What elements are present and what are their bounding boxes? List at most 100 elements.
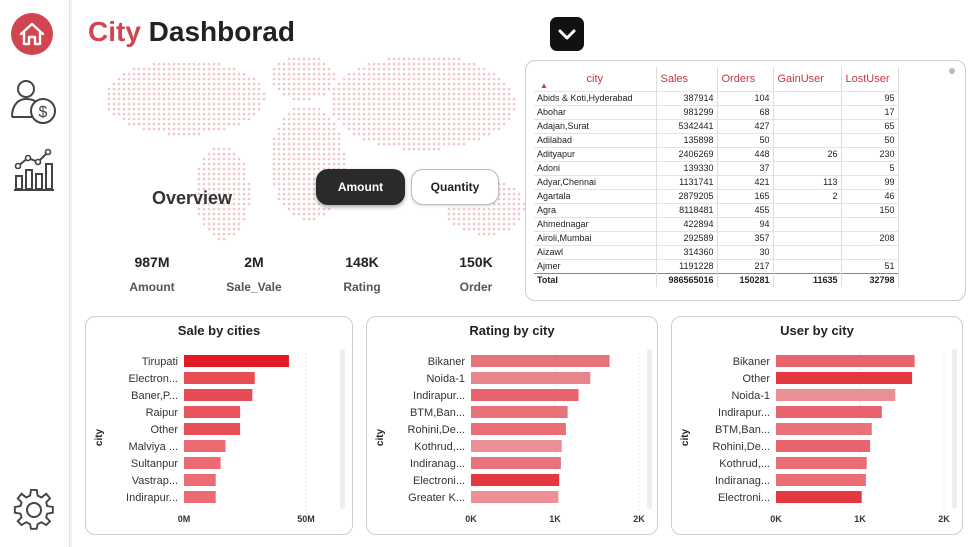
table-row[interactable]: Agra 8118481 455 150: [534, 202, 899, 217]
x-tick-label: 0K: [770, 514, 782, 524]
y-axis-label: city: [94, 428, 105, 446]
cell-value: 99: [841, 174, 899, 189]
cell-value: 94: [717, 216, 774, 231]
cell-city: Agra: [534, 202, 657, 217]
table-row[interactable]: Agartala 2879205 165 2 46: [534, 188, 899, 203]
cell-city: Agartala: [534, 188, 657, 203]
cell-value: 422894: [656, 216, 718, 231]
bar: [471, 440, 562, 452]
x-tick-label: 1K: [854, 514, 866, 524]
table-row[interactable]: Ajmer 1191228 217 51: [534, 258, 899, 273]
bar-chart-icon[interactable]: [10, 146, 58, 194]
bar-category-label: Rohini,De...: [408, 424, 465, 436]
cell-value: [773, 132, 842, 147]
table-row[interactable]: Adityapur 2406269 448 26 230: [534, 146, 899, 161]
home-icon[interactable]: [10, 12, 58, 60]
bar: [776, 355, 915, 367]
cell-value: 11635: [773, 272, 842, 287]
cell-value: 51: [841, 258, 899, 273]
bar: [776, 423, 872, 435]
bar-category-label: Indirapur...: [126, 492, 178, 504]
cell-value: 65: [841, 118, 899, 133]
cell-value: 5: [841, 160, 899, 175]
sale-by-cities-card: Sale by cities 0M 50M city Tirupati Electron…: [85, 316, 353, 535]
cell-value: [773, 90, 842, 105]
user-money-icon[interactable]: $: [10, 77, 58, 125]
city-table-card: city ▲ Sales Orders GainUser LostUser Abi…: [525, 60, 966, 301]
table-row[interactable]: Ahmednagar 422894 94: [534, 216, 899, 231]
cell-value: 139330: [656, 160, 718, 175]
cell-value: 208: [841, 230, 899, 245]
bar-category-label: Electroni...: [718, 492, 770, 504]
cell-value: 113: [773, 174, 842, 189]
cell-value: [773, 202, 842, 217]
cell-value: 50: [717, 132, 774, 147]
kpi-label: Sale_Vale: [226, 280, 282, 294]
bar: [471, 372, 591, 384]
kpi-value: 148K: [345, 254, 379, 270]
column-header-city[interactable]: city ▲: [534, 67, 657, 91]
column-header-gainuser[interactable]: GainUser: [773, 67, 842, 91]
city-table: city ▲ Sales Orders GainUser LostUser Abi…: [534, 67, 899, 287]
dropdown-button[interactable]: [550, 17, 584, 51]
chart-scrollbar[interactable]: [340, 349, 345, 509]
column-header-orders[interactable]: Orders: [717, 67, 774, 91]
cell-city: Adilabad: [534, 132, 657, 147]
bar: [471, 406, 568, 418]
cell-value: 217: [717, 258, 774, 273]
kpi-order: 150K Order: [421, 254, 531, 294]
x-tick-label: 2K: [633, 514, 645, 524]
chart-scrollbar[interactable]: [952, 349, 957, 509]
quantity-toggle-button[interactable]: Quantity: [411, 169, 499, 205]
bar: [776, 389, 896, 401]
bar: [471, 474, 560, 486]
table-row[interactable]: Adajan,Surat 5342441 427 65: [534, 118, 899, 133]
table-total-row[interactable]: Total 986565016 150281 11635 32798: [534, 272, 899, 287]
x-tick-label: 50M: [297, 514, 315, 524]
bar: [184, 491, 216, 503]
table-row[interactable]: Airoli,Mumbai 292589 357 208: [534, 230, 899, 245]
bar-category-label: Other: [150, 424, 178, 436]
cell-value: 2879205: [656, 188, 718, 203]
cell-value: [841, 244, 899, 259]
cell-value: 2: [773, 188, 842, 203]
gear-icon[interactable]: [12, 488, 60, 536]
table-row[interactable]: Aizawl 314360 30: [534, 244, 899, 259]
cell-value: 104: [717, 90, 774, 105]
cell-value: [773, 160, 842, 175]
table-scrollbar[interactable]: [949, 68, 955, 74]
column-header-lostuser[interactable]: LostUser: [841, 67, 899, 91]
bar-category-label: Malviya ...: [128, 441, 178, 453]
bar-category-label: BTM,Ban...: [410, 407, 465, 419]
bar: [776, 440, 871, 452]
table-row[interactable]: Adilabad 135898 50 50: [534, 132, 899, 147]
cell-value: 150281: [717, 272, 774, 287]
bar: [776, 474, 866, 486]
bar-category-label: Indirapur...: [413, 390, 465, 402]
cell-value: 230: [841, 146, 899, 161]
chart-scrollbar[interactable]: [647, 349, 652, 509]
bar: [184, 389, 253, 401]
table-row[interactable]: Adoni 139330 37 5: [534, 160, 899, 175]
kpi-value: 2M: [244, 254, 264, 270]
cell-city: Aizawl: [534, 244, 657, 259]
kpi-label: Order: [459, 280, 493, 294]
column-header-sales[interactable]: Sales: [656, 67, 718, 91]
bar-category-label: Indiranag...: [410, 458, 465, 470]
bar: [184, 372, 255, 384]
svg-text:$: $: [39, 104, 48, 121]
bar-category-label: BTM,Ban...: [715, 424, 770, 436]
table-row[interactable]: Adyar,Chennai 1131741 421 113 99: [534, 174, 899, 189]
bar-category-label: Bikaner: [428, 356, 466, 368]
bar-category-label: Tirupati: [142, 356, 178, 368]
rating-by-city-chart: 0K 1K 2K city Bikaner Noida-1 Indirapur... BTM,…: [375, 349, 652, 524]
amount-toggle-button[interactable]: Amount: [316, 169, 405, 205]
kpi-label: Rating: [343, 280, 381, 294]
bar-category-label: Kothrud,...: [719, 458, 770, 470]
sort-ascending-icon: ▲: [540, 80, 548, 90]
table-row[interactable]: Abids & Koti,Hyderabad 387914 104 95: [534, 90, 899, 105]
cell-value: 8118481: [656, 202, 718, 217]
table-row[interactable]: Abohar 981299 68 17: [534, 104, 899, 119]
cell-city: Adoni: [534, 160, 657, 175]
bar: [184, 406, 241, 418]
